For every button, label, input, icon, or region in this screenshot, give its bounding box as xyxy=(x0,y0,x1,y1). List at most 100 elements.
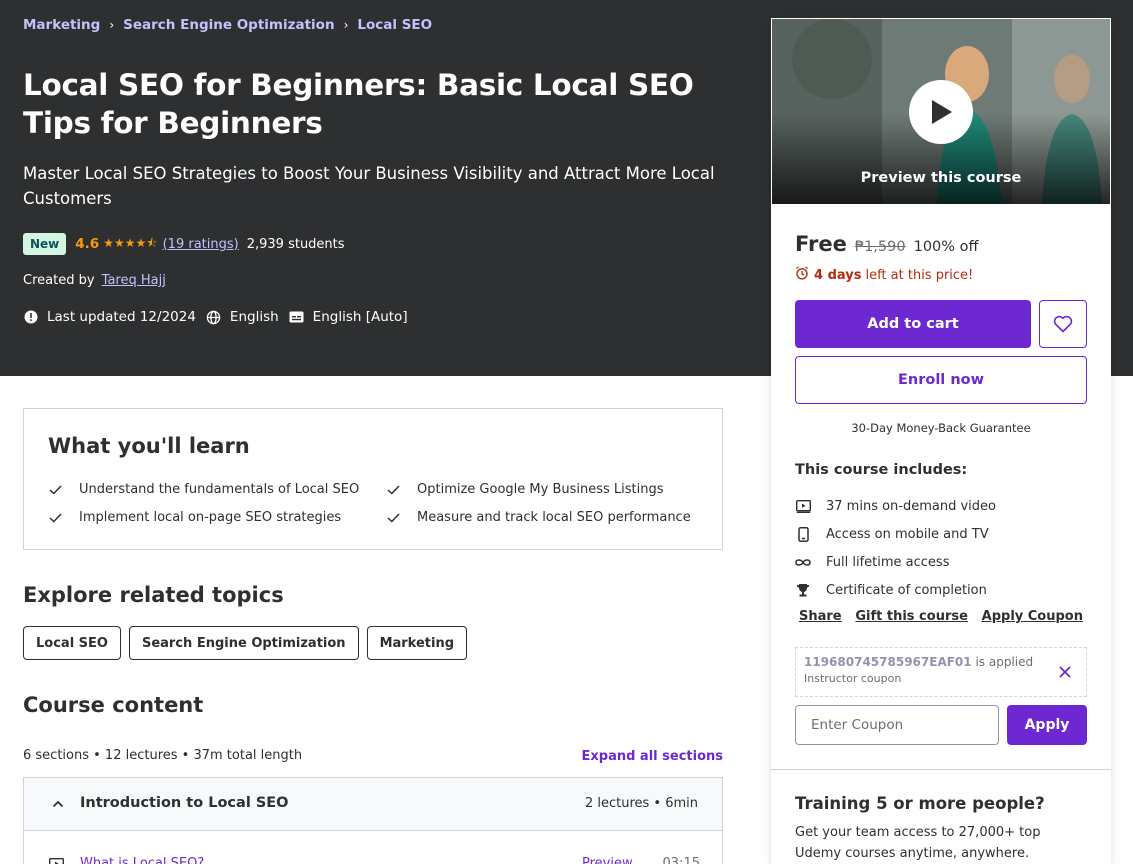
check-icon xyxy=(386,483,400,497)
preview-label: Preview this course xyxy=(860,170,1022,186)
timer-suffix: left at this price! xyxy=(865,267,974,283)
breadcrumb-marketing[interactable]: Marketing xyxy=(23,17,100,33)
chevron-right-icon: › xyxy=(343,18,349,32)
coupon-code: 119680745785967EAF01 xyxy=(804,655,972,669)
training-text: Get your team access to 27,000+ top Udem… xyxy=(795,825,1041,861)
alarm-clock-icon xyxy=(795,266,809,284)
coupon-code-line: 119680745785967EAF01 is applied xyxy=(804,655,1078,669)
include-item: Full lifetime access xyxy=(795,548,1087,576)
last-updated: Last updated 12/2024 xyxy=(23,309,196,325)
lecture-preview-link[interactable]: Preview xyxy=(582,856,633,864)
gift-course-link[interactable]: Gift this course xyxy=(855,609,968,624)
rating-row: New 4.6 ★★★★⯪ (19 ratings) 2,939 student… xyxy=(23,233,345,255)
learn-item: Understand the fundamentals of Local SEO xyxy=(48,482,359,497)
include-label: 37 mins on-demand video xyxy=(826,498,996,514)
infinity-icon xyxy=(795,554,811,570)
section-meta: 2 lectures • 6min xyxy=(584,796,698,811)
course-meta: Last updated 12/2024 English English [Au… xyxy=(23,309,418,325)
check-icon xyxy=(48,483,62,497)
applied-coupon: 119680745785967EAF01 is applied Instruct… xyxy=(795,647,1087,697)
captions-text: English [Auto] xyxy=(312,309,408,325)
rating-value: 4.6 xyxy=(75,236,100,252)
include-label: Full lifetime access xyxy=(826,554,950,570)
language-text: English xyxy=(229,309,279,325)
topic-marketing[interactable]: Marketing xyxy=(366,626,468,660)
learn-item: Optimize Google My Business Listings xyxy=(386,482,664,497)
lecture-title[interactable]: What is Local SEO? xyxy=(80,856,204,864)
star-rating-icon: ★★★★⯪ xyxy=(103,235,158,250)
language: English xyxy=(206,309,279,325)
related-topics: Local SEO Search Engine Optimization Mar… xyxy=(23,626,475,660)
student-count: 2,939 students xyxy=(246,236,345,252)
share-link[interactable]: Share xyxy=(799,609,842,624)
apply-coupon-button[interactable]: Apply xyxy=(1007,705,1087,745)
discount-percent: 100% off xyxy=(913,239,979,255)
course-content-title: Course content xyxy=(23,693,204,717)
ratings-link[interactable]: (19 ratings) xyxy=(163,237,239,252)
learn-item-text: Optimize Google My Business Listings xyxy=(417,482,664,497)
include-item: Access on mobile and TV xyxy=(795,520,1087,548)
current-price: Free xyxy=(795,232,847,256)
includes-title: This course includes: xyxy=(795,462,968,478)
alert-badge-icon xyxy=(23,309,39,325)
video-icon xyxy=(49,856,65,864)
learn-title: What you'll learn xyxy=(48,434,250,458)
last-updated-text: Last updated 12/2024 xyxy=(47,309,196,325)
lecture-row: What is Local SEO? Preview 03:15 xyxy=(24,854,724,864)
section-header[interactable]: Introduction to Local SEO 2 lectures • 6… xyxy=(23,777,723,831)
lecture-duration: 03:15 xyxy=(662,856,700,864)
mobile-icon xyxy=(795,526,811,542)
money-back-guarantee: 30-Day Money-Back Guarantee xyxy=(851,421,1031,435)
coupon-applied-text: is applied xyxy=(975,655,1034,669)
include-label: Access on mobile and TV xyxy=(826,526,989,542)
sidebar-links: Share Gift this course Apply Coupon xyxy=(795,609,1087,624)
learn-item: Measure and track local SEO performance xyxy=(386,510,691,525)
check-icon xyxy=(386,511,400,525)
coupon-input[interactable] xyxy=(795,705,999,745)
check-icon xyxy=(48,511,62,525)
training-title: Training 5 or more people? xyxy=(795,794,1045,813)
expand-all-sections-button[interactable]: Expand all sections xyxy=(580,749,724,764)
purchase-sidebar: Preview this course Free ₱1,590 100% off… xyxy=(771,18,1111,864)
learn-item-text: Understand the fundamentals of Local SEO xyxy=(79,482,360,497)
related-topics-title: Explore related topics xyxy=(23,583,284,607)
enroll-now-button[interactable]: Enroll now xyxy=(795,356,1087,404)
chevron-right-icon: › xyxy=(109,18,115,32)
remove-coupon-close-icon[interactable] xyxy=(1056,663,1074,681)
chevron-up-icon xyxy=(51,797,65,811)
learn-item-text: Measure and track local SEO performance xyxy=(417,510,691,525)
wishlist-button[interactable] xyxy=(1039,300,1087,348)
sidebar-divider xyxy=(771,769,1111,770)
what-you-learn: What you'll learn Understand the fundame… xyxy=(23,408,723,550)
breadcrumb-local-seo[interactable]: Local SEO xyxy=(357,17,432,33)
apply-coupon-link[interactable]: Apply Coupon xyxy=(982,609,1083,624)
play-icon[interactable] xyxy=(909,80,973,144)
include-item: 37 mins on-demand video xyxy=(795,492,1087,520)
learn-item: Implement local on-page SEO strategies xyxy=(48,510,341,525)
price-timer: 4 days left at this price! xyxy=(795,266,973,284)
timer-days: 4 days xyxy=(814,267,862,283)
globe-icon xyxy=(206,309,222,325)
new-badge: New xyxy=(23,233,67,255)
instructor-link[interactable]: Tareq Hajj xyxy=(102,273,166,288)
created-by: Created by Tareq Hajj xyxy=(23,273,166,288)
topic-seo[interactable]: Search Engine Optimization xyxy=(128,626,359,660)
trophy-icon xyxy=(795,582,811,598)
heart-icon xyxy=(1053,315,1073,333)
original-price: ₱1,590 xyxy=(854,239,906,255)
course-subtitle: Master Local SEO Strategies to Boost You… xyxy=(23,164,715,208)
breadcrumb: Marketing › Search Engine Optimization ›… xyxy=(23,17,432,33)
topic-local-seo[interactable]: Local SEO xyxy=(23,626,121,660)
add-to-cart-button[interactable]: Add to cart xyxy=(795,300,1031,348)
include-item: Certificate of completion xyxy=(795,576,1087,604)
captions-icon xyxy=(289,309,305,325)
captions: English [Auto] xyxy=(289,309,408,325)
section-lectures: What is Local SEO? Preview 03:15 xyxy=(23,830,723,864)
course-title: Local SEO for Beginners: Basic Local SEO… xyxy=(23,68,694,140)
includes-list: 37 mins on-demand video Access on mobile… xyxy=(795,492,1087,604)
learn-item-text: Implement local on-page SEO strategies xyxy=(79,510,342,525)
course-preview[interactable]: Preview this course xyxy=(772,19,1110,204)
course-content-meta: 6 sections • 12 lectures • 37m total len… xyxy=(23,748,303,763)
breadcrumb-seo[interactable]: Search Engine Optimization xyxy=(123,17,334,33)
created-by-label: Created by xyxy=(23,273,95,288)
